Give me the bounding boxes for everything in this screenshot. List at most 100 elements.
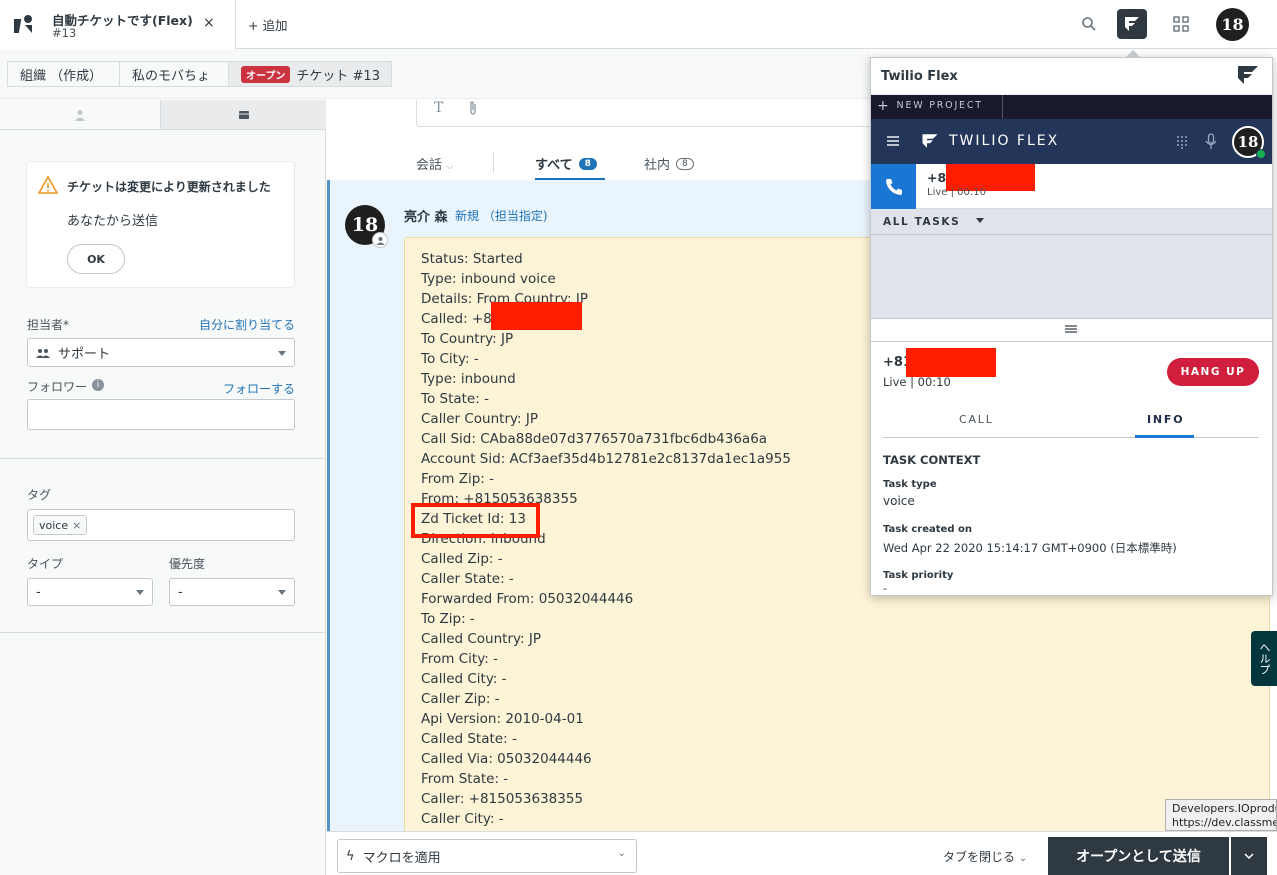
- microphone-icon[interactable]: [1205, 133, 1217, 150]
- message-line: Caller State: -: [421, 571, 514, 587]
- message-line: To City: -: [421, 351, 479, 367]
- add-tab-button[interactable]: + 追加: [248, 15, 287, 34]
- chevron-down-icon: ⌄: [617, 848, 626, 859]
- message-line: Type: inbound: [421, 371, 516, 387]
- tab-ticket-fields[interactable]: [161, 100, 326, 130]
- twilio-flex-icon: [1125, 17, 1139, 31]
- task-channel-badge: [871, 164, 916, 209]
- section-divider: [0, 632, 326, 633]
- message-line: Caller: +815053638355: [421, 791, 584, 807]
- message-line: Forwarded From: 05032044446: [421, 591, 634, 607]
- link-tooltip: Developers.IOproduct https://dev.classme…: [1165, 799, 1277, 831]
- chevron-down-icon: [975, 218, 984, 223]
- zendesk-logo-icon: [14, 15, 32, 33]
- remove-tag-icon[interactable]: ×: [72, 519, 81, 532]
- message-line: Called Zip: -: [421, 551, 503, 567]
- conversation-filter-label: 会話: [416, 158, 443, 173]
- priority-select[interactable]: -: [169, 578, 295, 606]
- task-type-value: voice: [883, 494, 915, 508]
- task-created-label: Task created on: [883, 524, 972, 535]
- conversation-filter[interactable]: 会話 ⌵: [416, 154, 453, 173]
- section-divider: [0, 458, 326, 459]
- drag-handle-icon[interactable]: [1065, 325, 1077, 333]
- tab-internal-count: 8: [676, 157, 694, 170]
- breadcrumb-user[interactable]: 私のモバちょ: [119, 61, 229, 87]
- tabs-underline: [883, 437, 1259, 438]
- call-status: Live | 00:10: [883, 375, 951, 389]
- status-badge: オープン: [241, 65, 291, 83]
- chevron-down-icon: [278, 350, 286, 356]
- text-format-icon[interactable]: T: [434, 100, 443, 116]
- message-line: From Zip: -: [421, 471, 495, 487]
- message-author[interactable]: 亮介 森: [404, 206, 448, 225]
- macro-label: マクロを適用: [362, 850, 441, 866]
- close-tab-option[interactable]: タブを閉じる ⌄: [943, 848, 1027, 865]
- tab-internal-label: 社内: [644, 158, 671, 173]
- twilio-flex-logo-icon: [1238, 66, 1258, 84]
- assignee-value: サポート: [58, 347, 111, 362]
- message-line: Called Via: 05032044446: [421, 751, 592, 767]
- message-line: Call Sid: CAba88de07d3776570a731fbc6db43…: [421, 431, 768, 447]
- message-meta[interactable]: 新規 （担当指定): [455, 207, 548, 224]
- type-select[interactable]: -: [27, 578, 153, 606]
- tab-info[interactable]: INFO: [1147, 413, 1184, 426]
- assign-self-link[interactable]: 自分に割り当てる: [199, 316, 295, 333]
- notice-title: チケットは変更により更新されました: [67, 180, 271, 194]
- tab-all[interactable]: すべて 8: [535, 154, 597, 173]
- type-value: -: [36, 584, 41, 600]
- ticket-icon: [238, 110, 249, 119]
- follower-input[interactable]: [27, 399, 295, 430]
- message-line: To Zip: -: [421, 611, 475, 627]
- chevron-down-icon: ⌵: [446, 162, 453, 172]
- twilio-flex-app-button[interactable]: [1117, 9, 1147, 39]
- attachment-icon[interactable]: [468, 101, 478, 115]
- message-line: From State: -: [421, 771, 509, 787]
- agent-badge-icon: [372, 232, 388, 248]
- search-icon[interactable]: [1081, 16, 1097, 32]
- macro-select[interactable]: ϟ マクロを適用 ⌄: [337, 839, 637, 873]
- message-line: Api Version: 2010-04-01: [421, 711, 584, 727]
- tags-label: タグ: [27, 488, 52, 502]
- ticket-tab-subtitle: #13: [52, 26, 77, 40]
- task-context-title: TASK CONTEXT: [883, 453, 981, 467]
- breadcrumb-organization[interactable]: 組織 （作成）: [7, 61, 120, 87]
- all-tasks-filter[interactable]: ALL TASKS: [883, 216, 984, 228]
- submit-button[interactable]: オープンとして送信: [1048, 837, 1229, 875]
- task-priority-label: Task priority: [883, 570, 954, 581]
- lightning-icon: ϟ: [346, 848, 355, 864]
- dialpad-icon[interactable]: [1176, 135, 1188, 149]
- submit-options-button[interactable]: [1231, 837, 1267, 875]
- twilio-flex-brand-icon: [922, 134, 938, 148]
- apps-grid-icon[interactable]: [1173, 16, 1189, 32]
- plus-icon: +: [877, 98, 891, 114]
- tab-requester[interactable]: [0, 100, 161, 130]
- breadcrumb-ticket-label: チケット #13: [296, 68, 380, 84]
- priority-label: 優先度: [169, 557, 206, 571]
- follow-link[interactable]: フォローする: [223, 380, 295, 397]
- tag-chip[interactable]: voice ×: [33, 515, 88, 535]
- ok-button[interactable]: OK: [67, 244, 125, 274]
- close-tab-icon[interactable]: ×: [203, 15, 215, 31]
- hamburger-menu-icon[interactable]: [887, 135, 899, 147]
- info-icon[interactable]: i: [92, 379, 104, 391]
- message-line: Caller Zip: -: [421, 691, 500, 707]
- tab-all-count: 8: [578, 157, 597, 170]
- composer[interactable]: [416, 100, 876, 127]
- tooltip-line: Developers.IOproduct: [1172, 802, 1276, 815]
- follower-label: フォロワー: [27, 380, 88, 394]
- new-project-button[interactable]: + NEW PROJECT: [877, 98, 983, 114]
- chevron-down-icon: ⌄: [1018, 853, 1028, 864]
- breadcrumb-ticket[interactable]: オープン チケット #13: [228, 61, 392, 87]
- help-button[interactable]: ヘルプ: [1251, 631, 1277, 686]
- message-line: Caller Country: JP: [421, 411, 538, 427]
- message-line: Called City: -: [421, 671, 507, 687]
- task-created-value: Wed Apr 22 2020 15:14:17 GMT+0900 (日本標準時…: [883, 541, 1177, 555]
- assignee-select[interactable]: サポート: [27, 338, 295, 367]
- tab-call[interactable]: CALL: [959, 413, 994, 426]
- close-tab-label: タブを閉じる: [943, 850, 1016, 864]
- tab-internal[interactable]: 社内 8: [644, 154, 694, 173]
- hang-up-button[interactable]: HANG UP: [1167, 358, 1259, 386]
- assignee-label: 担当者*: [27, 318, 70, 332]
- user-avatar[interactable]: 18: [1216, 8, 1249, 41]
- message-line: Caller City: -: [421, 811, 504, 827]
